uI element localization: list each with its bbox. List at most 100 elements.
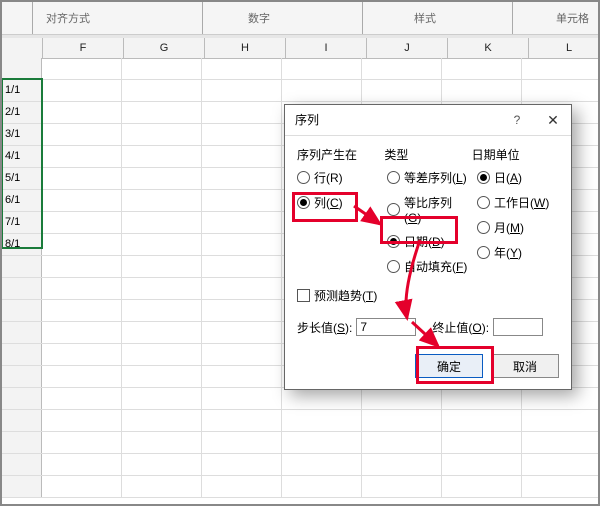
cell[interactable] bbox=[442, 432, 522, 453]
cell[interactable] bbox=[42, 410, 122, 431]
cell[interactable] bbox=[362, 454, 442, 475]
cell[interactable] bbox=[202, 278, 282, 299]
radio-month[interactable]: 月(M) bbox=[477, 219, 559, 236]
cell[interactable] bbox=[42, 58, 122, 79]
col-header[interactable]: K bbox=[448, 38, 529, 58]
cell[interactable] bbox=[202, 454, 282, 475]
cell[interactable] bbox=[202, 432, 282, 453]
cell[interactable] bbox=[42, 212, 122, 233]
cell[interactable] bbox=[122, 124, 202, 145]
cell[interactable] bbox=[42, 102, 122, 123]
cell[interactable] bbox=[122, 146, 202, 167]
cell[interactable] bbox=[362, 410, 442, 431]
cell[interactable] bbox=[122, 300, 202, 321]
cell[interactable] bbox=[122, 256, 202, 277]
col-header[interactable]: G bbox=[124, 38, 205, 58]
row-header[interactable] bbox=[2, 344, 42, 365]
cell[interactable] bbox=[122, 102, 202, 123]
row-header[interactable] bbox=[2, 454, 42, 475]
cell[interactable] bbox=[282, 58, 362, 79]
cell[interactable] bbox=[362, 476, 442, 497]
cell[interactable] bbox=[42, 234, 122, 255]
radio-day[interactable]: 日(A) bbox=[477, 169, 559, 186]
cell[interactable] bbox=[442, 410, 522, 431]
row-header[interactable] bbox=[2, 366, 42, 387]
radio-wday[interactable]: 工作日(W) bbox=[477, 194, 559, 211]
cell[interactable] bbox=[122, 322, 202, 343]
cell[interactable] bbox=[202, 190, 282, 211]
dialog-titlebar[interactable]: 序列 ? ✕ bbox=[285, 105, 571, 136]
cell[interactable] bbox=[522, 432, 598, 453]
cell[interactable] bbox=[202, 300, 282, 321]
row-header[interactable] bbox=[2, 256, 42, 277]
cell[interactable] bbox=[42, 476, 122, 497]
cell[interactable] bbox=[42, 124, 122, 145]
cell[interactable] bbox=[282, 388, 362, 409]
cell[interactable] bbox=[42, 80, 122, 101]
row-header[interactable] bbox=[2, 300, 42, 321]
cell[interactable] bbox=[362, 432, 442, 453]
cell[interactable] bbox=[122, 410, 202, 431]
cell[interactable] bbox=[522, 454, 598, 475]
stop-input[interactable] bbox=[493, 318, 543, 336]
cell[interactable] bbox=[202, 80, 282, 101]
cell[interactable] bbox=[42, 454, 122, 475]
cell[interactable] bbox=[282, 432, 362, 453]
cell[interactable] bbox=[42, 388, 122, 409]
cell[interactable] bbox=[122, 80, 202, 101]
cell[interactable] bbox=[522, 58, 598, 79]
help-button[interactable]: ? bbox=[499, 105, 535, 135]
cell[interactable] bbox=[42, 168, 122, 189]
cell[interactable] bbox=[122, 344, 202, 365]
cell[interactable] bbox=[202, 234, 282, 255]
cell[interactable] bbox=[122, 190, 202, 211]
cell[interactable] bbox=[122, 212, 202, 233]
row-header[interactable] bbox=[2, 388, 42, 409]
step-input[interactable] bbox=[356, 318, 416, 336]
cell[interactable] bbox=[282, 80, 362, 101]
cell[interactable] bbox=[42, 190, 122, 211]
cell[interactable] bbox=[42, 300, 122, 321]
ok-button[interactable]: 确定 bbox=[415, 354, 483, 378]
cell[interactable] bbox=[362, 388, 442, 409]
cell[interactable] bbox=[42, 146, 122, 167]
cell[interactable] bbox=[122, 366, 202, 387]
cell[interactable] bbox=[282, 410, 362, 431]
cell[interactable] bbox=[42, 366, 122, 387]
row-header[interactable] bbox=[2, 432, 42, 453]
radio-year[interactable]: 年(Y) bbox=[477, 244, 559, 261]
cell[interactable] bbox=[202, 322, 282, 343]
cell[interactable] bbox=[202, 388, 282, 409]
cell[interactable] bbox=[202, 212, 282, 233]
cell[interactable] bbox=[122, 168, 202, 189]
cell[interactable] bbox=[42, 256, 122, 277]
radio-arith[interactable]: 等差序列(L) bbox=[387, 169, 469, 186]
row-header[interactable] bbox=[2, 476, 42, 497]
row-header[interactable] bbox=[2, 278, 42, 299]
cancel-button[interactable]: 取消 bbox=[491, 354, 559, 378]
row-header[interactable] bbox=[2, 58, 42, 79]
cell[interactable] bbox=[202, 58, 282, 79]
col-header[interactable]: J bbox=[367, 38, 448, 58]
cell[interactable] bbox=[42, 278, 122, 299]
cell[interactable] bbox=[42, 432, 122, 453]
col-header[interactable]: F bbox=[43, 38, 124, 58]
cell[interactable] bbox=[202, 476, 282, 497]
radio-auto[interactable]: 自动填充(F) bbox=[387, 258, 469, 275]
cell[interactable] bbox=[202, 146, 282, 167]
cell[interactable] bbox=[202, 344, 282, 365]
close-button[interactable]: ✕ bbox=[535, 105, 571, 135]
cell[interactable] bbox=[122, 432, 202, 453]
radio-geom[interactable]: 等比序列(G) bbox=[387, 194, 469, 225]
row-header[interactable] bbox=[2, 410, 42, 431]
radio-date[interactable]: 日期(D) bbox=[387, 233, 469, 250]
cell[interactable] bbox=[202, 102, 282, 123]
cell[interactable] bbox=[202, 366, 282, 387]
cell[interactable] bbox=[442, 476, 522, 497]
cell[interactable] bbox=[442, 388, 522, 409]
cell[interactable] bbox=[122, 234, 202, 255]
cell[interactable] bbox=[442, 58, 522, 79]
cell[interactable] bbox=[362, 80, 442, 101]
cell[interactable] bbox=[522, 388, 598, 409]
cell[interactable] bbox=[122, 476, 202, 497]
